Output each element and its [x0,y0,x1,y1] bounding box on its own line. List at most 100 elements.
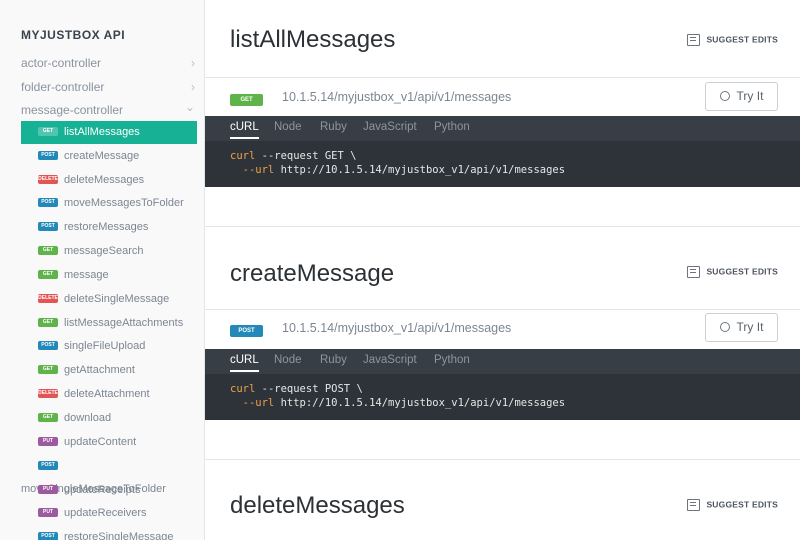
tab-javascript[interactable]: JavaScript [363,121,417,133]
code-text: --request GET \ [255,150,357,162]
sidebar-item-label: restoreSingleMessage [64,531,174,540]
sidebar-item-createMessage[interactable]: POST createMessage [21,145,197,168]
endpoint-title: deleteMessages [230,492,405,519]
suggest-edits-link[interactable]: SUGGEST EDITS [687,499,778,511]
code-sample: cURL Node Ruby JavaScript Python curl --… [205,349,800,420]
sidebar: MYJUSTBOX API actor-controller › folder-… [0,0,205,540]
method-badge: POST [38,150,58,160]
chevron-down-icon: ⌄ [184,100,195,114]
try-it-label: Try It [736,89,764,103]
circle-play-icon [719,321,730,332]
sidebar-item-label: deleteSingleMessage [64,293,170,305]
sidebar-item-moveSingleMessageToFolder[interactable]: POSTmoveSingleMessageToFolder [21,455,197,495]
sidebar-item-label: deleteMessages [64,174,145,186]
sidebar-item-download[interactable]: GET download [21,407,197,430]
code-command: curl [230,150,256,162]
method-badge: POST [38,221,58,231]
sidebar-item-deleteAttachment[interactable]: DELETE deleteAttachment [21,383,197,406]
endpoint-title: createMessage [230,260,395,287]
try-it-button[interactable]: Try It [705,313,778,342]
sidebar-item-label: message [64,269,109,281]
section-divider [205,459,800,460]
method-badge: POST [38,531,58,540]
sidebar-item-listMessageAttachments[interactable]: GET listMessageAttachments [21,312,197,335]
code-sample: cURL Node Ruby JavaScript Python curl --… [205,116,800,187]
nav-group-folder-controller[interactable]: folder-controller › [21,77,197,97]
tab-python[interactable]: Python [434,121,470,133]
sidebar-item-messageSearch[interactable]: GET messageSearch [21,240,197,263]
sidebar-item-restoreSingleMessage[interactable]: POST restoreSingleMessage [21,526,197,540]
sidebar-item-label: updateReceipts [64,484,141,496]
try-it-label: Try It [736,320,764,334]
sidebar-item-label: listMessageAttachments [64,317,184,329]
sidebar-item-updateContent[interactable]: PUT updateContent [21,431,197,454]
method-badge: POST [38,460,58,470]
circle-play-icon [719,90,730,101]
sidebar-item-label: singleFileUpload [64,340,146,352]
tab-curl[interactable]: cURL [230,354,259,372]
code-command: curl [230,383,256,395]
sidebar-item-moveMessagesToFolder[interactable]: POST moveMessagesToFolder [21,192,197,215]
method-badge: PUT [38,436,58,446]
main-content: listAllMessages SUGGEST EDITS GET 10.1.5… [205,0,800,540]
tab-node[interactable]: Node [274,354,302,366]
sidebar-item-label: messageSearch [64,245,144,257]
sidebar-item-getAttachment[interactable]: GET getAttachment [21,359,197,382]
endpoint-title: listAllMessages [230,26,396,53]
try-it-button[interactable]: Try It [705,82,778,111]
method-badge: GET [38,269,58,279]
nav-group-label: actor-controller [21,56,102,70]
method-badge: PUT [38,507,58,517]
method-badge: DELETE [38,293,58,303]
suggest-edits-label: SUGGEST EDITS [706,499,778,510]
api-title: MYJUSTBOX API [21,28,126,42]
sidebar-item-deleteSingleMessage[interactable]: DELETE deleteSingleMessage [21,288,197,311]
method-badge: GET [38,364,58,374]
method-badge: POST [38,197,58,207]
suggest-edits-link[interactable]: SUGGEST EDITS [687,266,778,278]
tab-ruby[interactable]: Ruby [320,121,347,133]
endpoint-url-row: POST 10.1.5.14/myjustbox_v1/api/v1/messa… [205,310,800,350]
pencil-square-icon [687,499,701,511]
code-text: http://10.1.5.14/myjustbox_v1/api/v1/mes… [274,164,566,176]
sidebar-item-label: moveMessagesToFolder [64,197,184,209]
method-badge: GET [38,126,58,136]
endpoint-url-row: GET 10.1.5.14/myjustbox_v1/api/v1/messag… [205,79,800,119]
code-text: --request POST \ [255,383,363,395]
sidebar-item-label: getAttachment [64,364,135,376]
tab-ruby[interactable]: Ruby [320,354,347,366]
tab-javascript[interactable]: JavaScript [363,354,417,366]
method-badge: GET [38,412,58,422]
tab-node[interactable]: Node [274,121,302,133]
suggest-edits-link[interactable]: SUGGEST EDITS [687,34,778,46]
method-badge: POST [38,340,58,350]
language-tabs: cURL Node Ruby JavaScript Python [205,349,800,374]
sidebar-item-deleteMessages[interactable]: DELETE deleteMessages [21,169,197,192]
endpoint-url: 10.1.5.14/myjustbox_v1/api/v1/messages [282,321,512,335]
suggest-edits-label: SUGGEST EDITS [706,266,778,277]
sidebar-item-listAllMessages[interactable]: GET listAllMessages [21,121,197,144]
code-text: http://10.1.5.14/myjustbox_v1/api/v1/mes… [274,397,566,409]
sidebar-item-label: deleteAttachment [64,388,150,400]
method-badge: PUT [38,484,58,494]
sidebar-item-updateReceivers[interactable]: PUT updateReceivers [21,502,197,525]
code-flag: --url [230,164,275,176]
tab-python[interactable]: Python [434,354,470,366]
nav-group-actor-controller[interactable]: actor-controller › [21,53,197,73]
language-tabs: cURL Node Ruby JavaScript Python [205,116,800,141]
code-block: curl --request GET \ --url http://10.1.5… [230,149,565,177]
sidebar-item-singleFileUpload[interactable]: POST singleFileUpload [21,335,197,358]
nav-group-message-controller[interactable]: message-controller ⌄ [21,100,197,120]
sidebar-item-message[interactable]: GET message [21,264,197,287]
tab-curl[interactable]: cURL [230,121,259,139]
code-block: curl --request POST \ --url http://10.1.… [230,382,565,410]
section-divider [205,226,800,227]
sidebar-item-restoreMessages[interactable]: POST restoreMessages [21,216,197,239]
sidebar-item-updateReceipts[interactable]: PUT updateReceipts [21,479,197,502]
nav-group-label: message-controller [21,103,124,117]
method-badge: POST [230,325,263,337]
method-badge: GET [38,245,58,255]
sidebar-item-label: download [64,412,112,424]
pencil-square-icon [687,266,701,278]
method-badge: GET [230,94,263,106]
